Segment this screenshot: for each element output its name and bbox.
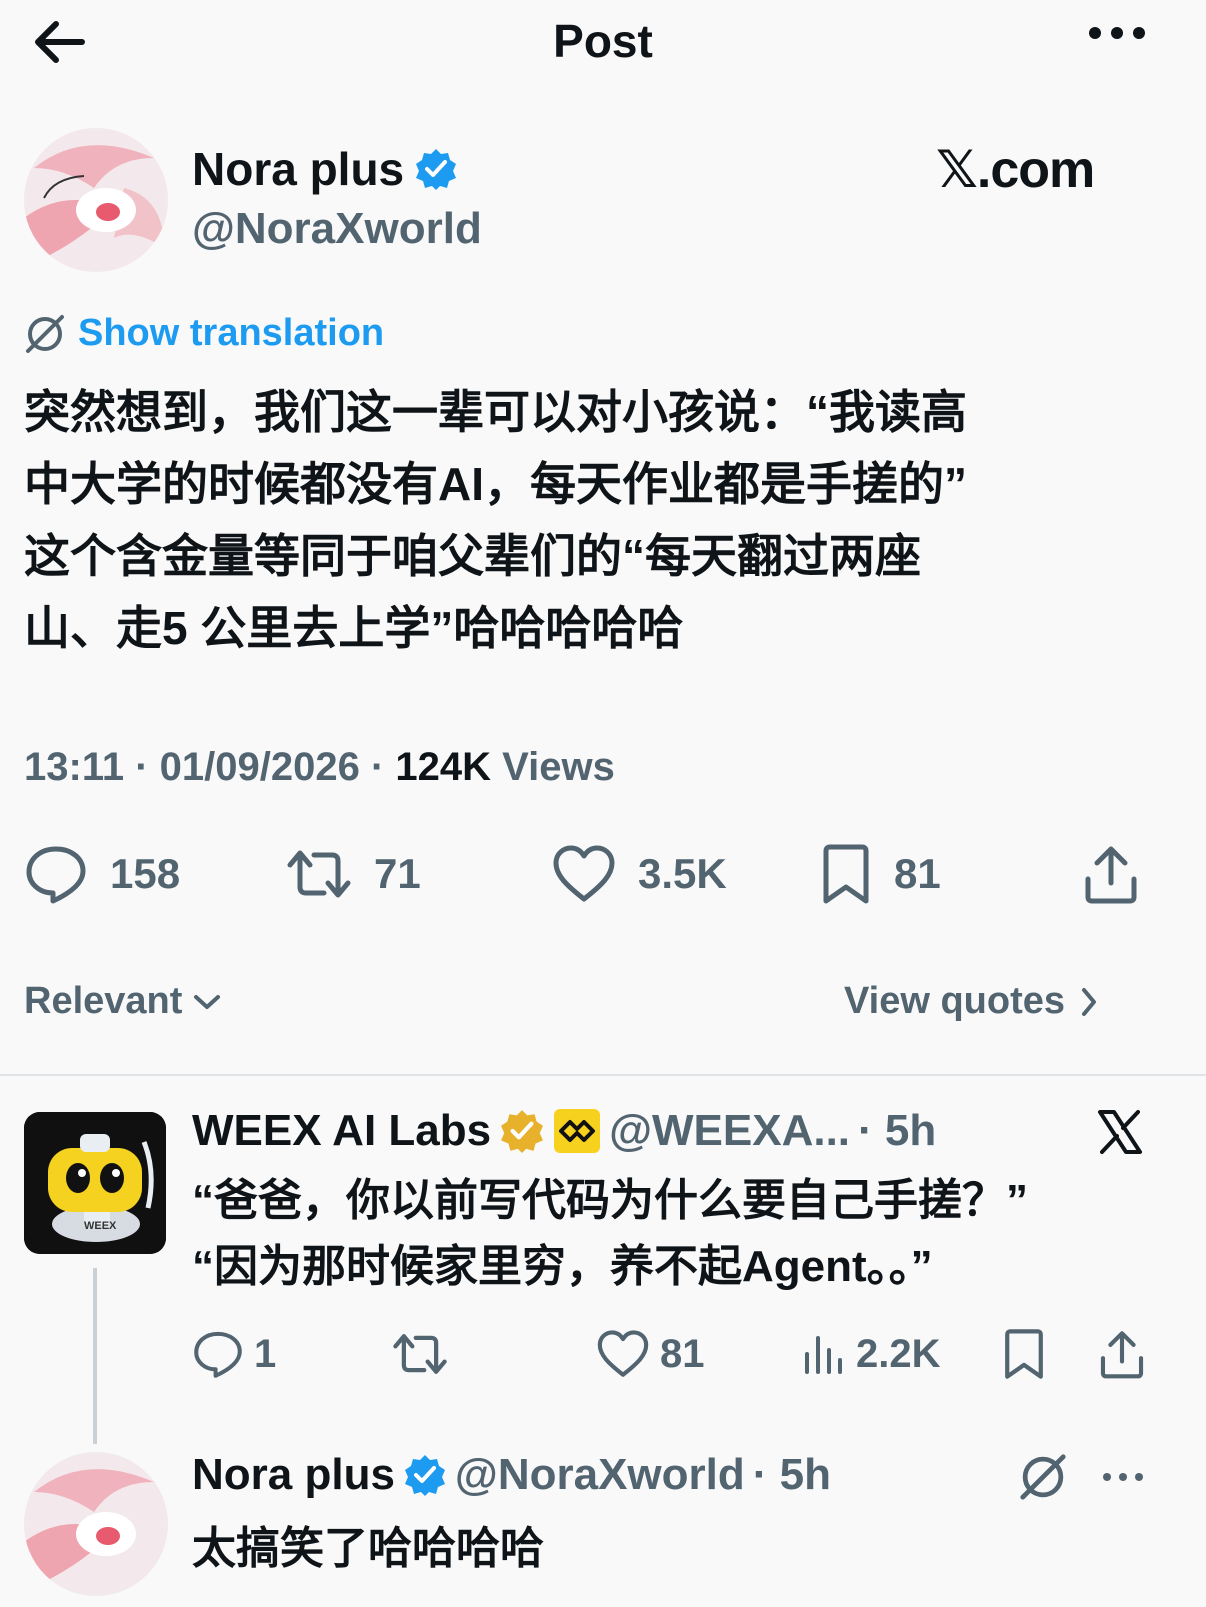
- avatar-image: [24, 128, 168, 272]
- like-count: 3.5K: [638, 850, 727, 897]
- reply-more-button[interactable]: [1102, 1472, 1144, 1482]
- avatar-image: [24, 1452, 168, 1596]
- reply-like-button[interactable]: 81: [596, 1326, 705, 1382]
- reply-header[interactable]: Nora plus @NoraXworld · 5h: [192, 1450, 831, 1500]
- heart-icon: [597, 1330, 649, 1377]
- reply-time: · 5h: [752, 1450, 831, 1499]
- analytics-icon: [805, 1336, 842, 1374]
- share-icon: [1085, 846, 1137, 904]
- post-time: 13:11: [24, 745, 125, 789]
- x-com-watermark: 𝕏.com: [936, 141, 1095, 199]
- view-quotes-label: View quotes: [844, 980, 1066, 1022]
- divider: [0, 1074, 1206, 1076]
- reply-author-name: WEEX AI Labs: [192, 1106, 492, 1155]
- more-horizontal-icon: [1103, 1473, 1143, 1481]
- reply-author-handle: @WEEXA...: [609, 1106, 851, 1155]
- show-translation-link[interactable]: Show translation: [24, 312, 384, 355]
- reply-avatar-weex[interactable]: WEEX: [24, 1112, 166, 1254]
- reply-reply-count: 1: [254, 1331, 277, 1376]
- comment-icon: [194, 1331, 242, 1378]
- reply-time: · 5h: [858, 1106, 937, 1155]
- thread-connector: [93, 1268, 97, 1444]
- show-translation-label: Show translation: [78, 312, 385, 354]
- author-handle[interactable]: @NoraXworld: [192, 204, 482, 254]
- sort-label: Relevant: [24, 980, 183, 1022]
- post-text-line: 突然想到，我们这一辈可以对小孩说：“我读高: [24, 386, 967, 438]
- verified-badge-icon: [404, 1455, 445, 1496]
- post-date: 01/09/2026: [159, 745, 360, 789]
- page-title: Post: [553, 15, 653, 67]
- bookmark-button[interactable]: 81: [820, 840, 941, 908]
- bookmark-icon: [1005, 1329, 1043, 1379]
- reply-header[interactable]: WEEX AI Labs @WEEXA... · 5h: [192, 1106, 936, 1156]
- comment-icon: [26, 846, 86, 904]
- view-quotes-link[interactable]: View quotes: [844, 980, 1099, 1023]
- heart-icon: [553, 845, 615, 902]
- chevron-down-icon: [194, 994, 221, 1009]
- reply-text: “爸爸，你以前写代码为什么要自己手搓？” “因为那时候家里穷，养不起Agent。…: [192, 1168, 1028, 1300]
- share-button[interactable]: [1082, 840, 1140, 908]
- reply-repost-button[interactable]: [392, 1326, 458, 1382]
- x-logo-icon: [1096, 1108, 1144, 1156]
- reply-count: 158: [110, 850, 181, 897]
- repost-button[interactable]: 71: [286, 840, 421, 908]
- gold-verified-badge-icon: [501, 1110, 544, 1153]
- weex-avatar-text: WEEX: [84, 1220, 117, 1232]
- reply-text-line: “爸爸，你以前写代码为什么要自己手搓？”: [192, 1176, 1028, 1225]
- author-name: Nora plus: [192, 143, 405, 195]
- sort-dropdown[interactable]: Relevant: [24, 980, 222, 1023]
- more-button[interactable]: [1088, 26, 1146, 40]
- affiliate-logo-icon: [554, 1109, 601, 1153]
- globe-icon: [1020, 1454, 1066, 1500]
- author-name-row[interactable]: Nora plus: [192, 142, 458, 196]
- chevron-right-icon: [1082, 987, 1097, 1016]
- repost-icon: [287, 850, 351, 898]
- post-text: 突然想到，我们这一辈可以对小孩说：“我读高 中大学的时候都没有AI，每天作业都是…: [24, 376, 1164, 664]
- meta-separator: ·: [359, 745, 396, 789]
- repost-icon: [393, 1334, 447, 1374]
- globe-icon: [26, 314, 64, 353]
- post-text-line: 这个含金量等同于咱父辈们的“每天翻过两座: [24, 530, 921, 582]
- reply-text-line: “因为那时候家里穷，养不起Agent。。”: [192, 1242, 933, 1291]
- like-button[interactable]: 3.5K: [552, 840, 727, 908]
- reply-views-count: 2.2K: [856, 1331, 941, 1376]
- reply-avatar-nora[interactable]: [24, 1452, 168, 1596]
- bookmark-icon: [823, 844, 869, 904]
- reply-bookmark-button[interactable]: [1002, 1326, 1046, 1382]
- reply-like-count: 81: [660, 1331, 705, 1376]
- reply-text: 太搞笑了哈哈哈哈: [192, 1524, 544, 1573]
- post-text-line: 山、走5 公里去上学”哈哈哈哈哈: [24, 602, 684, 654]
- reply-author-handle: @NoraXworld: [454, 1450, 745, 1499]
- views-label: Views: [491, 745, 615, 789]
- repost-count: 71: [374, 850, 421, 897]
- robot-mascot-image: WEEX: [24, 1112, 166, 1254]
- post-text-line: 中大学的时候都没有AI，每天作业都是手搓的”: [24, 458, 967, 510]
- meta-separator: ·: [124, 745, 160, 789]
- views-count[interactable]: 124K: [395, 745, 491, 789]
- reply-button[interactable]: 158: [24, 840, 180, 908]
- author-avatar[interactable]: [24, 128, 168, 272]
- bookmark-count: 81: [894, 850, 941, 897]
- verified-badge-icon: [416, 149, 457, 190]
- translate-button[interactable]: [1018, 1452, 1068, 1502]
- reply-reply-button[interactable]: 1: [192, 1326, 276, 1382]
- share-icon: [1100, 1331, 1144, 1379]
- reply-views-button[interactable]: 2.2K: [802, 1326, 941, 1382]
- reply-share-button[interactable]: [1098, 1326, 1146, 1382]
- post-meta: 13:11 · 01/09/2026 · 124K Views: [24, 745, 615, 790]
- reply-author-name: Nora plus: [192, 1450, 395, 1499]
- more-horizontal-icon: [1089, 27, 1145, 39]
